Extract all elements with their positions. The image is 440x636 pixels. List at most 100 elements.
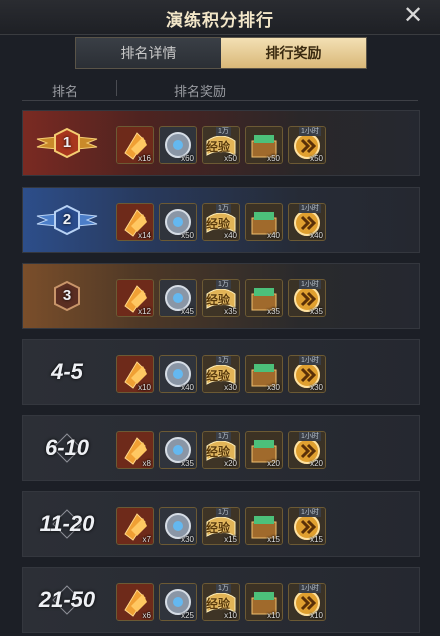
item-quantity: x35 (310, 307, 323, 316)
item-quantity: x8 (142, 459, 151, 468)
item-quantity: x40 (224, 231, 237, 240)
item-quantity: x15 (224, 535, 237, 544)
reward-item[interactable]: 1小时 x40 (288, 203, 326, 241)
rank-column-label: 排名 (52, 84, 79, 99)
reward-item[interactable]: x30 (159, 507, 197, 545)
item-quantity: x50 (181, 231, 194, 240)
reward-item[interactable]: x50 (245, 126, 283, 164)
reward-item[interactable]: 1万经验 x30 (202, 355, 240, 393)
item-quantity: x15 (267, 535, 280, 544)
reward-item[interactable]: 1万 经验 x50 (202, 126, 240, 164)
reward-row: 2 x14 x50 1万 经验 x40 x40 1小时 x40 (22, 187, 420, 253)
reward-item[interactable]: x10 (116, 355, 154, 393)
item-quantity: x25 (181, 611, 194, 620)
rank-label: 21-50 (38, 587, 96, 612)
tab-rank-details[interactable]: 排名详情 (76, 38, 221, 68)
reward-item[interactable]: x7 (116, 507, 154, 545)
reward-row: 3 x12 x45 1万 经验 x35 x35 1小时 x35 (22, 263, 420, 329)
item-quantity: x30 (267, 383, 280, 392)
exp-amount-tag: 1万 (216, 280, 231, 289)
speedup-duration-tag: 1小时 (299, 356, 321, 365)
reward-item[interactable]: x6 (116, 583, 154, 621)
exp-amount-tag: 1万 (216, 508, 231, 517)
rank-label: 11-20 (39, 511, 95, 536)
exp-label: 经验 (206, 445, 231, 459)
reward-item[interactable]: x30 (245, 355, 283, 393)
reward-item[interactable]: x16 (116, 126, 154, 164)
rank-label: 4-5 (51, 359, 83, 384)
reward-item[interactable]: x40 (245, 203, 283, 241)
exp-amount-tag: 1万 (216, 204, 231, 213)
reward-item[interactable]: x14 (116, 203, 154, 241)
reward-row: 6-10 x8 x35 1万 经验 x20 x20 1小时 x20 (22, 415, 420, 481)
exp-label: 经验 (206, 369, 231, 383)
reward-row: 21-50 x6 x25 1万 经验 x10 x10 1小时 x10 (22, 567, 420, 633)
reward-item[interactable]: x45 (159, 279, 197, 317)
item-quantity: x40 (267, 231, 280, 240)
reward-item[interactable]: x10 (245, 583, 283, 621)
rank-label: 6-10 (44, 435, 90, 460)
speedup-duration-tag: 1小时 (299, 432, 321, 441)
reward-item[interactable]: x12 (116, 279, 154, 317)
reward-item[interactable]: x50 (159, 203, 197, 241)
rank-badge: 2 (23, 188, 111, 252)
reward-item[interactable]: x15 (245, 507, 283, 545)
reward-row: 1 x16 x60 1万 经验 x50 x50 1小时 x50 (22, 110, 420, 176)
item-quantity: x20 (310, 459, 323, 468)
reward-item[interactable]: 1小时 x30 (288, 355, 326, 393)
item-quantity: x20 (267, 459, 280, 468)
reward-item[interactable]: 1小时 x35 (288, 279, 326, 317)
reward-item[interactable]: x35 (245, 279, 283, 317)
reward-item[interactable]: 1万经验 x20 (202, 431, 240, 469)
item-quantity: x10 (224, 611, 237, 620)
item-quantity: x35 (267, 307, 280, 316)
item-quantity: x30 (224, 383, 237, 392)
reward-item[interactable]: x60 (159, 126, 197, 164)
exp-amount-tag: 1万 (216, 356, 231, 365)
reward-item[interactable]: x25 (159, 583, 197, 621)
reward-item[interactable]: x40 (159, 355, 197, 393)
item-quantity: x30 (181, 535, 194, 544)
speedup-duration-tag: 1小时 (299, 584, 321, 593)
reward-item[interactable]: 1小时 x20 (288, 431, 326, 469)
item-quantity: x40 (310, 231, 323, 240)
tab-rank-rewards[interactable]: 排行奖励 (221, 38, 366, 68)
item-quantity: x10 (267, 611, 280, 620)
window-title: 演练积分排行 (166, 11, 274, 30)
exp-label: 经验 (206, 140, 231, 154)
item-quantity: x20 (224, 459, 237, 468)
speedup-duration-tag: 1小时 (299, 127, 321, 136)
item-quantity: x15 (310, 535, 323, 544)
rank-label: 3 (62, 287, 72, 304)
reward-item[interactable]: 1万经验 x40 (202, 203, 240, 241)
reward-item[interactable]: x8 (116, 431, 154, 469)
tab-bar: 排名详情 排行奖励 (75, 37, 367, 69)
rank-badge: 1 (23, 111, 111, 175)
reward-item[interactable]: 1小时 x50 (288, 126, 326, 164)
item-quantity: x10 (138, 383, 151, 392)
exp-amount-tag: 1万 (216, 432, 231, 441)
reward-column-label: 排名奖励 (174, 84, 227, 99)
reward-row: 11-20 x7 x30 1万 经验 x15 x15 1小时 x15 (22, 491, 420, 557)
reward-item[interactable]: x20 (245, 431, 283, 469)
item-quantity: x16 (138, 154, 151, 163)
exp-label: 经验 (206, 293, 231, 307)
item-quantity: x40 (181, 383, 194, 392)
reward-item[interactable]: 1万经验 x35 (202, 279, 240, 317)
item-quantity: x14 (138, 231, 151, 240)
reward-item[interactable]: 1万 经验 x15 (202, 507, 240, 545)
item-quantity: x60 (181, 154, 194, 163)
reward-item[interactable]: 1万 经验 x10 (202, 583, 240, 621)
reward-item[interactable]: 1小时 x10 (288, 583, 326, 621)
rank-label: 1 (62, 134, 72, 151)
item-quantity: x50 (224, 154, 237, 163)
item-quantity: x50 (310, 154, 323, 163)
item-quantity: x35 (224, 307, 237, 316)
exp-label: 经验 (206, 217, 231, 231)
reward-item[interactable]: 1小时 x15 (288, 507, 326, 545)
reward-item[interactable]: x35 (159, 431, 197, 469)
close-icon[interactable]: ✕ (400, 3, 426, 29)
rank-badge: 11-20 (23, 492, 111, 556)
item-quantity: x30 (310, 383, 323, 392)
item-quantity: x7 (142, 535, 151, 544)
